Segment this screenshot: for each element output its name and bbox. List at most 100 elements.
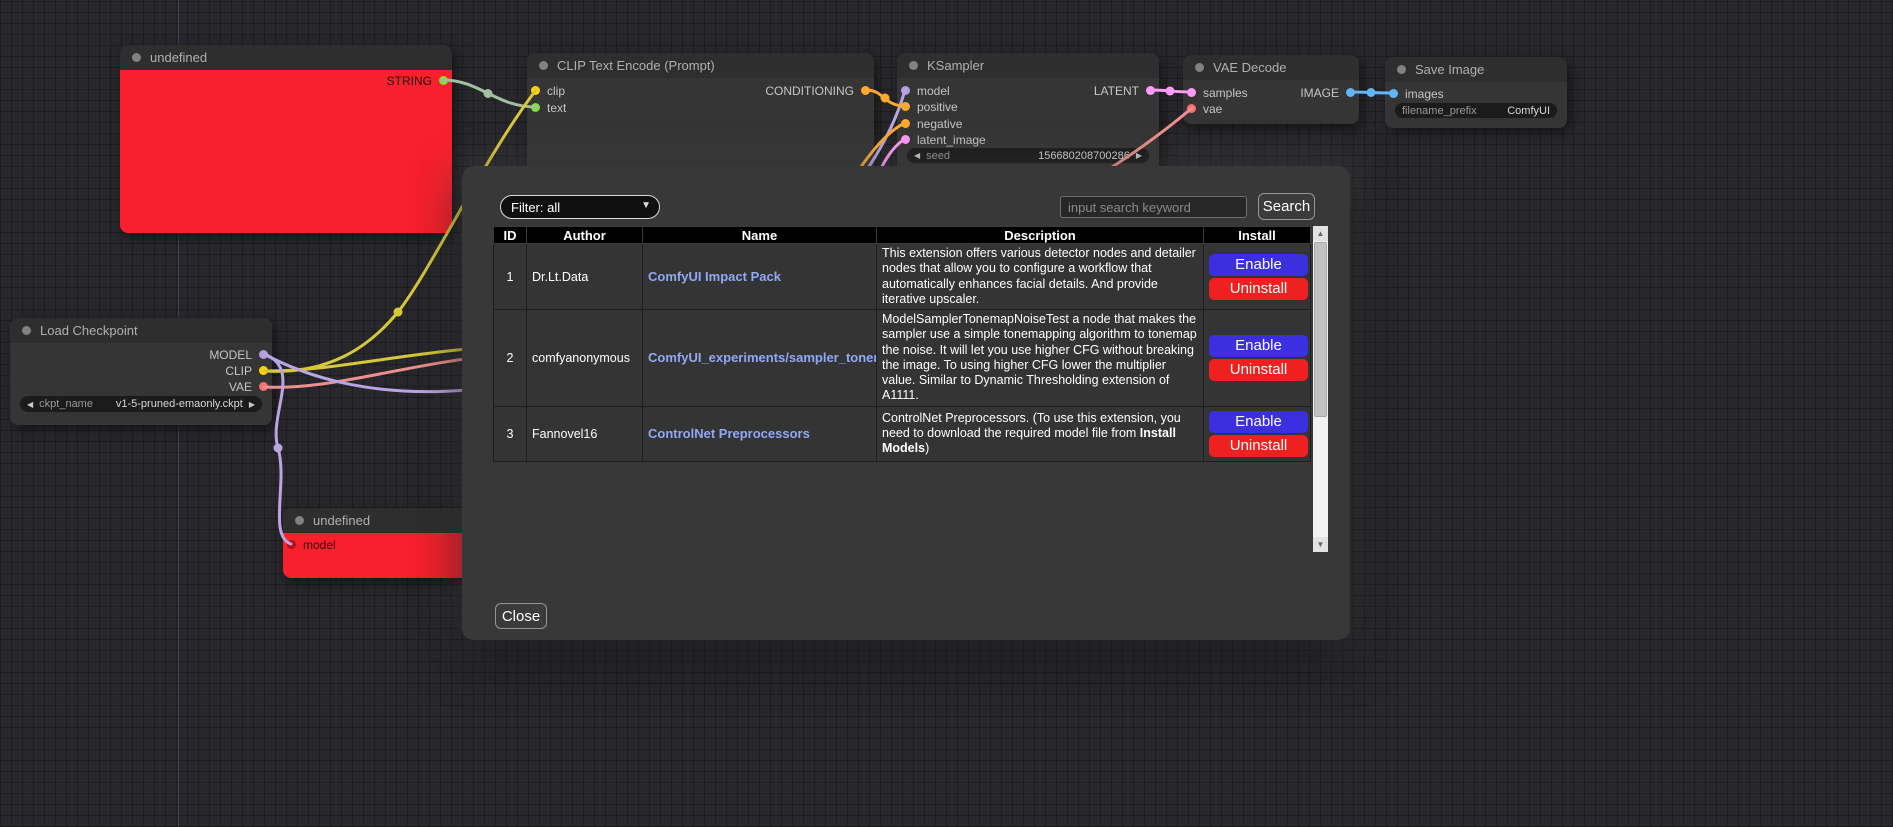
node-title: Save Image — [1415, 62, 1484, 77]
output-port-model[interactable] — [259, 350, 268, 359]
output-port-string[interactable] — [439, 76, 448, 85]
extension-row: 3 Fannovel16 ControlNet Preprocessors Co… — [494, 406, 1311, 461]
input-label-negative: negative — [917, 117, 962, 131]
node-title-bar[interactable]: undefined — [283, 508, 468, 533]
input-port-clip[interactable] — [531, 86, 540, 95]
input-port-latent-image[interactable] — [901, 135, 910, 144]
node-status-dot-icon — [1195, 63, 1204, 72]
output-port-image[interactable] — [1346, 88, 1355, 97]
extension-link[interactable]: ComfyUI_experiments/sampler_tonemap — [648, 350, 877, 365]
widget-value: 156680208700286 — [1038, 150, 1130, 162]
uninstall-button[interactable]: Uninstall — [1209, 359, 1308, 381]
node-title: Load Checkpoint — [40, 323, 138, 338]
link-dot — [881, 94, 890, 103]
node-title: undefined — [150, 50, 207, 65]
cell-author: comfyanonymous — [527, 310, 643, 407]
table-scrollbar[interactable]: ▲ ▼ — [1313, 226, 1328, 552]
scroll-up-icon[interactable]: ▲ — [1313, 226, 1328, 241]
input-port-model[interactable] — [287, 540, 296, 549]
input-label-latent-image: latent_image — [917, 133, 986, 147]
input-port-negative[interactable] — [901, 119, 910, 128]
cell-description: ControlNet Preprocessors. (To use this e… — [877, 406, 1204, 461]
input-label-images: images — [1405, 87, 1444, 101]
column-header-author: Author — [527, 227, 643, 244]
cell-id: 3 — [494, 406, 527, 461]
seed-widget[interactable]: ◀ seed 156680208700286 ▶ — [907, 148, 1149, 163]
node-vae-decode[interactable]: VAE Decode samples vae IMAGE — [1183, 55, 1359, 124]
node-save-image[interactable]: Save Image images filename_prefix ComfyU… — [1385, 57, 1567, 128]
close-button[interactable]: Close — [495, 603, 547, 629]
enable-button[interactable]: Enable — [1209, 411, 1308, 433]
node-status-dot-icon — [22, 326, 31, 335]
input-port-model[interactable] — [901, 86, 910, 95]
decrement-arrow-icon[interactable]: ◀ — [27, 397, 33, 412]
node-title-bar[interactable]: KSampler — [897, 53, 1159, 78]
cell-author: Dr.Lt.Data — [527, 244, 643, 310]
input-port-positive[interactable] — [901, 102, 910, 111]
node-undefined-top[interactable]: undefined STRING — [120, 45, 452, 233]
node-title-bar[interactable]: Load Checkpoint — [10, 318, 272, 343]
filter-select[interactable]: Filter: all — [500, 195, 660, 219]
link-dot — [394, 308, 403, 317]
increment-arrow-icon[interactable]: ▶ — [249, 397, 255, 412]
scroll-down-icon[interactable]: ▼ — [1313, 537, 1328, 552]
node-undefined-bottom[interactable]: undefined model — [283, 508, 468, 578]
cell-author: Fannovel16 — [527, 406, 643, 461]
extensions-table-body: 1 Dr.Lt.Data ComfyUI Impact Pack This ex… — [494, 244, 1311, 462]
input-port-samples[interactable] — [1187, 88, 1196, 97]
table-header-row: IDAuthorNameDescriptionInstall — [494, 227, 1311, 244]
input-port-images[interactable] — [1389, 89, 1398, 98]
output-port-conditioning[interactable] — [861, 86, 870, 95]
column-header-id: ID — [494, 227, 527, 244]
input-port-text[interactable] — [531, 103, 540, 112]
search-input[interactable] — [1060, 196, 1247, 218]
output-label-image: IMAGE — [1300, 86, 1339, 100]
uninstall-button[interactable]: Uninstall — [1209, 435, 1308, 457]
node-graph-canvas[interactable]: undefined STRING CLIP Text Encode (Promp… — [0, 0, 1893, 827]
link-dot — [274, 444, 283, 453]
uninstall-button[interactable]: Uninstall — [1209, 278, 1308, 300]
input-label-clip: clip — [547, 84, 565, 98]
node-status-dot-icon — [909, 61, 918, 70]
node-title-bar[interactable]: undefined — [120, 45, 452, 70]
link-dot — [484, 89, 493, 98]
node-title-bar[interactable]: CLIP Text Encode (Prompt) — [527, 53, 874, 78]
output-label-clip: CLIP — [225, 364, 252, 378]
column-header-name: Name — [643, 227, 877, 244]
scrollbar-thumb[interactable] — [1314, 242, 1327, 417]
link-dot — [1166, 87, 1175, 96]
filter-select-wrap: Filter: all ▼ — [500, 195, 660, 219]
search-button[interactable]: Search — [1258, 193, 1315, 220]
enable-button[interactable]: Enable — [1209, 254, 1308, 276]
custom-nodes-manager-dialog: Filter: all ▼ Search IDAuthorNameDescrip… — [462, 166, 1350, 640]
node-title: undefined — [313, 513, 370, 528]
node-title-bar[interactable]: VAE Decode — [1183, 55, 1359, 80]
column-header-install: Install — [1204, 227, 1311, 244]
node-title: VAE Decode — [1213, 60, 1286, 75]
node-title: CLIP Text Encode (Prompt) — [557, 58, 715, 73]
input-label-text: text — [547, 101, 566, 115]
widget-name: ckpt_name — [39, 398, 93, 410]
widget-value: v1-5-pruned-emaonly.ckpt — [116, 398, 243, 410]
output-label-latent: LATENT — [1094, 84, 1139, 98]
output-port-vae[interactable] — [259, 382, 268, 391]
output-port-clip[interactable] — [259, 366, 268, 375]
ckpt-name-widget[interactable]: ◀ ckpt_name v1-5-pruned-emaonly.ckpt ▶ — [20, 396, 262, 412]
cell-install: Enable Uninstall — [1204, 244, 1311, 310]
input-port-vae[interactable] — [1187, 104, 1196, 113]
increment-arrow-icon[interactable]: ▶ — [1136, 148, 1142, 163]
input-label-vae: vae — [1203, 102, 1222, 116]
output-label-vae: VAE — [229, 380, 252, 394]
node-load-checkpoint[interactable]: Load Checkpoint MODEL CLIP VAE ◀ ckpt_na… — [10, 318, 272, 425]
node-status-dot-icon — [1397, 65, 1406, 74]
decrement-arrow-icon[interactable]: ◀ — [914, 148, 920, 163]
output-port-latent[interactable] — [1146, 86, 1155, 95]
enable-button[interactable]: Enable — [1209, 335, 1308, 357]
extension-link[interactable]: ComfyUI Impact Pack — [648, 269, 781, 284]
widget-name: seed — [926, 150, 950, 162]
filename-prefix-widget[interactable]: filename_prefix ComfyUI — [1395, 103, 1557, 118]
column-header-description: Description — [877, 227, 1204, 244]
extension-link[interactable]: ControlNet Preprocessors — [648, 426, 810, 441]
extension-row: 1 Dr.Lt.Data ComfyUI Impact Pack This ex… — [494, 244, 1311, 310]
node-title-bar[interactable]: Save Image — [1385, 57, 1567, 82]
